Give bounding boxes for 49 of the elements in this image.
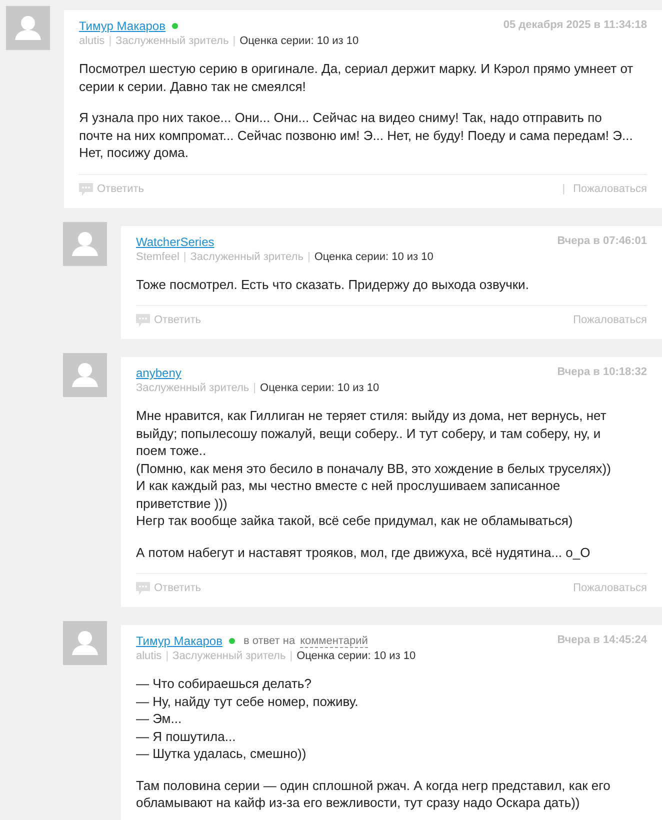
comment-link[interactable]: комментарий [300, 634, 368, 648]
divider-mark: | [108, 35, 112, 48]
user-nick: alutis [136, 650, 162, 663]
comment-date: 05 декабря 2025 в 11:34:18 [503, 19, 647, 31]
reply-link[interactable]: Ответить [136, 314, 202, 327]
report-link[interactable]: Пожаловаться [573, 182, 647, 196]
speech-bubble-icon [136, 582, 150, 595]
divider-mark: | [290, 650, 293, 663]
comment-paragraph: Я узнала про них такое... Они... Они... Сейчас на видео сниму! Так, надо отправить по почте на них компромат... Сейчас позвоню им! Э... Нет, не буду! Поеду и сама передам! Э... Нет, посижу дома. [79, 109, 634, 162]
avatar-icon [6, 6, 50, 50]
divider-mark: | [166, 650, 169, 663]
comment-paragraph: — Что собираешься делать? — Ну, найду тут себе номер, поживу. — Эм... — Я пошутила... — Шутка удалась, смешно)) [136, 675, 360, 762]
comment-date: Вчера в 14:45:24 [557, 634, 647, 646]
comment-paragraph: Мне нравится, как Гиллиган не теряет стиля: выйду из дома, нет вернусь, нет выйду; попылесошу пожалуй, вещи соберу.. И тут соберу, и там соберу, ну, и поем тоже.. (Помню, как меня это бесило в поначалу BB, это хождение в белых труселях)) И как каждый раз, мы честно вместе с ней прослушиваем записанное приветствие ))) Негр так вообще зайка такой, всё себе придумал, как не обламываться) [136, 407, 612, 530]
report-link[interactable]: Пожаловаться [573, 582, 647, 595]
comment-paragraph: Там половина серии — один сплошной ржач. А когда негр представил, как его обламывают на кайф из-за его вежливости, тут сразу надо Оскара дать)) [136, 776, 612, 812]
speech-bubble-icon [136, 314, 150, 327]
comment-date: Вчера в 07:46:01 [557, 234, 647, 246]
episode-rating: Оценка серии: 10 из 10 [314, 250, 434, 264]
episode-rating: Оценка серии: 10 из 10 [296, 650, 416, 663]
user-nick: Stemfeel [136, 250, 180, 264]
comment-paragraph: Посмотрел шестую серию в оригинале. Да, сериал держит марку. И Кэрол прямо умнеет от серии к серии. Давно так не смеялся! [79, 60, 634, 95]
user-rank: Заслуженный зритель [190, 250, 304, 264]
divider-mark: | [307, 250, 310, 264]
user-nick: alutis [79, 35, 105, 48]
comment-date: Вчера в 10:18:32 [557, 366, 647, 378]
divider-mark: | [562, 182, 566, 196]
avatar-icon [63, 353, 107, 397]
reply-link[interactable]: Ответить [136, 582, 202, 595]
author-link[interactable]: anybeny [136, 366, 182, 380]
report-link[interactable]: Пожаловаться [573, 314, 647, 327]
user-rank: Заслуженный зритель [116, 35, 229, 48]
episode-rating: Оценка серии: 10 из 10 [240, 35, 359, 48]
author-link[interactable]: Тимур Макаров [136, 634, 222, 648]
author-link[interactable]: WatcherSeries [136, 234, 214, 248]
user-rank: Заслуженный зритель [136, 382, 250, 395]
divider-mark: | [232, 35, 236, 48]
divider-mark: | [183, 250, 186, 264]
comment-paragraph: А потом набегут и наставят трояков, мол, где движуха, всё нудятина... о_О [136, 544, 592, 561]
avatar-icon [63, 222, 107, 266]
user-rank: Заслуженный зритель [172, 650, 286, 663]
episode-rating: Оценка серии: 10 из 10 [260, 382, 380, 395]
reply-link[interactable]: Ответить [79, 182, 144, 196]
comment-paragraph: Тоже посмотрел. Есть что сказать. Придержу до выхода озвучки. [136, 276, 530, 293]
divider-mark: | [253, 382, 256, 395]
avatar-icon [63, 621, 107, 665]
author-link[interactable]: Тимур Макаров [79, 19, 166, 33]
reply-to-label: в ответ на [243, 634, 296, 648]
speech-bubble-icon [79, 182, 93, 196]
